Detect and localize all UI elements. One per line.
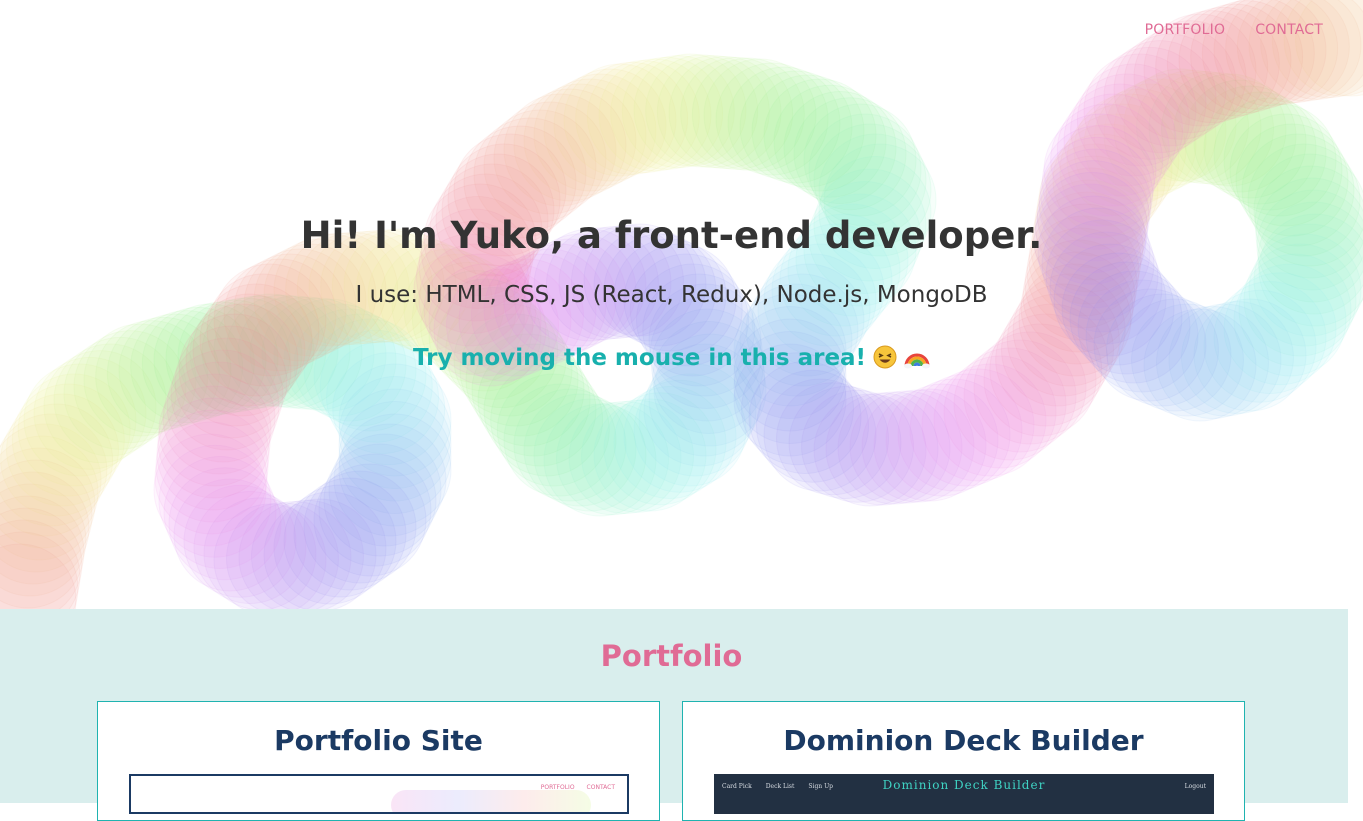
hero-headline: Hi! I'm Yuko, a front-end developer. [0,214,1343,257]
nav-portfolio-link[interactable]: PORTFOLIO [1145,22,1226,38]
card-preview-image[interactable]: Card Pick Deck List Sign Up Dominion Dec… [714,774,1214,814]
laughing-face-icon [872,344,898,370]
preview-title: Dominion Deck Builder [714,778,1214,792]
portfolio-section: Portfolio Portfolio Site PORTFOLIO CONTA… [0,609,1348,803]
hero-tip: Try moving the mouse in this area! [0,344,1343,371]
preview-nav-item: CONTACT [587,784,615,791]
rainbow-icon [904,344,930,370]
hero-tip-text: Try moving the mouse in this area! [413,345,866,371]
preview-nav-item: PORTFOLIO [541,784,575,791]
portfolio-card-dominion[interactable]: Dominion Deck Builder Card Pick Deck Lis… [682,701,1245,821]
card-preview-image[interactable]: PORTFOLIO CONTACT [129,774,629,814]
preview-nav: PORTFOLIO CONTACT [541,784,615,791]
hero-section[interactable]: PORTFOLIO CONTACT Hi! I'm Yuko, a front-… [0,0,1363,609]
top-nav: PORTFOLIO CONTACT [1145,22,1323,38]
card-title: Dominion Deck Builder [683,724,1244,757]
nav-contact-link[interactable]: CONTACT [1255,22,1323,38]
portfolio-heading: Portfolio [0,639,1343,673]
preview-trail-blob [391,790,591,814]
card-title: Portfolio Site [98,724,659,757]
preview-logout: Logout [1185,783,1206,790]
portfolio-card-portfolio-site[interactable]: Portfolio Site PORTFOLIO CONTACT [97,701,660,821]
hero-tech-stack: I use: HTML, CSS, JS (React, Redux), Nod… [0,282,1343,308]
